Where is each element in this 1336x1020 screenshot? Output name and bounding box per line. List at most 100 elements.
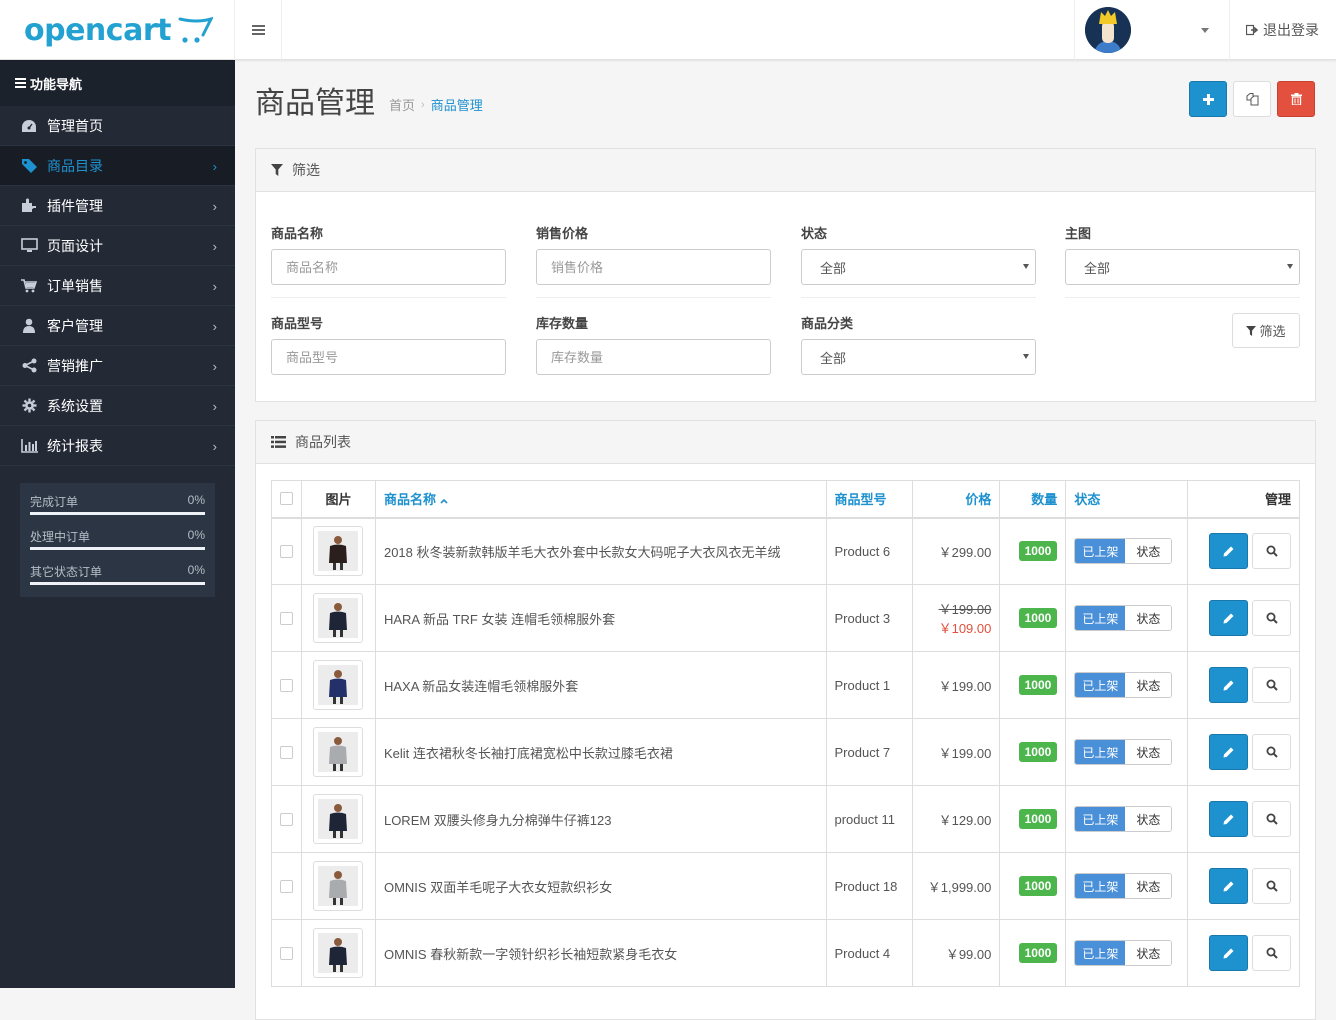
view-button[interactable] (1252, 600, 1291, 636)
user-dropdown[interactable] (1074, 0, 1230, 60)
row-checkbox[interactable] (280, 678, 293, 692)
product-quantity-cell: 1000 (999, 651, 1067, 719)
edit-button[interactable] (1209, 600, 1248, 636)
sidebar-item-extensions[interactable]: 插件管理 › (0, 186, 235, 226)
model-input[interactable] (271, 339, 506, 375)
row-checkbox[interactable] (280, 544, 293, 558)
logo[interactable]: opencart (0, 0, 235, 60)
row-select-cell (271, 852, 302, 920)
edit-button[interactable] (1209, 533, 1248, 570)
select-all-header (271, 480, 302, 519)
sidebar-item-sales[interactable]: 订单销售 › (0, 266, 235, 306)
view-button[interactable] (1252, 801, 1291, 837)
price-input[interactable] (536, 249, 771, 285)
search-icon (1266, 545, 1278, 557)
status-toggle[interactable]: 已上架 状态 (1074, 672, 1173, 698)
category-select[interactable]: 全部 (801, 339, 1036, 375)
sidebar-item-dashboard[interactable]: 管理首页 (0, 106, 235, 146)
cart-icon (20, 277, 38, 295)
row-checkbox[interactable] (280, 946, 293, 960)
sidebar-item-customers[interactable]: 客户管理 › (0, 306, 235, 346)
status-toggle[interactable]: 已上架 状态 (1074, 806, 1173, 832)
price-value: ￥199.00 (938, 745, 992, 761)
add-button[interactable] (1189, 81, 1227, 117)
edit-button[interactable] (1209, 935, 1248, 971)
filter-button-label: 筛选 (1259, 324, 1286, 339)
row-checkbox[interactable] (280, 611, 293, 625)
status-toggle[interactable]: 已上架 状态 (1074, 605, 1173, 631)
filter-name-label: 商品名称 (271, 226, 324, 241)
top-header: opencart 退出登录 (0, 0, 1336, 60)
status-off-label: 状态 (1125, 740, 1172, 764)
edit-button[interactable] (1209, 734, 1248, 770)
search-icon (1266, 880, 1278, 892)
row-checkbox[interactable] (280, 745, 293, 759)
product-name-input[interactable] (271, 249, 506, 285)
filter-category-label: 商品分类 (801, 316, 854, 331)
product-thumbnail (313, 660, 364, 710)
row-checkbox[interactable] (280, 879, 293, 893)
status-toggle[interactable]: 已上架 状态 (1074, 739, 1173, 765)
copy-button[interactable] (1233, 81, 1271, 117)
breadcrumb-current[interactable]: 商品管理 (431, 95, 483, 114)
order-stats: 完成订单 0% 处理中订单 0% 其它状态订单 0% (20, 483, 215, 597)
table-row: OMNIS 双面羊毛呢子大衣女短款织衫女 Product 18 ￥1,999.0… (271, 852, 1300, 920)
price-value: ￥129.00 (938, 812, 992, 828)
view-button[interactable] (1252, 734, 1291, 770)
chevron-right-icon: › (212, 239, 217, 254)
stat-value: 0% (187, 528, 205, 542)
status-off-label: 状态 (1125, 807, 1172, 831)
image-select[interactable]: 全部 (1065, 249, 1300, 285)
edit-button[interactable] (1209, 667, 1248, 703)
status-toggle[interactable]: 已上架 状态 (1074, 873, 1173, 899)
edit-button[interactable] (1209, 801, 1248, 837)
status-select[interactable]: 全部 (801, 249, 1036, 285)
product-model: Product 3 (825, 584, 914, 652)
product-model: Product 7 (825, 718, 914, 786)
col-quantity[interactable]: 数量 (999, 480, 1067, 519)
plus-icon (1202, 93, 1214, 105)
status-on-label: 已上架 (1075, 539, 1126, 564)
status-toggle[interactable]: 已上架 状态 (1074, 940, 1173, 966)
status-off-label: 状态 (1125, 673, 1172, 697)
breadcrumb-home[interactable]: 首页 (389, 95, 415, 114)
delete-button[interactable] (1277, 81, 1315, 117)
sidebar-item-settings[interactable]: 系统设置 › (0, 386, 235, 426)
view-button[interactable] (1252, 935, 1291, 971)
avatar (1085, 7, 1131, 53)
view-button[interactable] (1252, 868, 1291, 904)
sidebar-item-reports[interactable]: 统计报表 › (0, 426, 235, 466)
quantity-badge: 1000 (1018, 809, 1058, 829)
table-row: HAXA 新品女装连帽毛领棉服外套 Product 1 ￥199.00 1000… (271, 651, 1300, 719)
sidebar-item-marketing[interactable]: 营销推广 › (0, 346, 235, 386)
view-button[interactable] (1252, 667, 1291, 703)
quantity-input[interactable] (536, 339, 771, 375)
quantity-badge: 1000 (1018, 675, 1058, 695)
col-status[interactable]: 状态 (1065, 480, 1189, 519)
row-checkbox[interactable] (280, 812, 293, 826)
price-value: ￥99.00 (945, 946, 992, 962)
col-price[interactable]: 价格 (912, 480, 1001, 519)
select-all-checkbox[interactable] (280, 492, 293, 506)
status-select-value: 全部 (820, 260, 847, 276)
quantity-badge: 1000 (1018, 876, 1058, 896)
status-cell: 已上架 状态 (1065, 852, 1189, 920)
filter-icon (271, 164, 283, 176)
sidebar-item-catalog[interactable]: 商品目录 › (0, 146, 235, 186)
sidebar-item-label: 订单销售 (47, 277, 103, 294)
product-model: Product 1 (825, 651, 914, 719)
filter-button[interactable]: 筛选 (1232, 313, 1300, 348)
status-toggle[interactable]: 已上架 状态 (1074, 538, 1173, 565)
menu-toggle-button[interactable] (235, 0, 282, 60)
view-button[interactable] (1252, 533, 1291, 570)
page-actions (1189, 81, 1315, 117)
filter-status-group: 状态 全部 (801, 223, 1036, 285)
sidebar: 功能导航 管理首页 商品目录 › 插件管理 › 页面设计 › 订单销售 › 客户… (0, 60, 235, 988)
logout-link[interactable]: 退出登录 (1246, 0, 1319, 60)
edit-button[interactable] (1209, 868, 1248, 904)
col-model[interactable]: 商品型号 (825, 480, 914, 519)
sidebar-item-design[interactable]: 页面设计 › (0, 226, 235, 266)
search-icon (1266, 612, 1278, 624)
col-name[interactable]: 商品名称 (374, 480, 827, 519)
product-model: Product 6 (825, 517, 914, 585)
